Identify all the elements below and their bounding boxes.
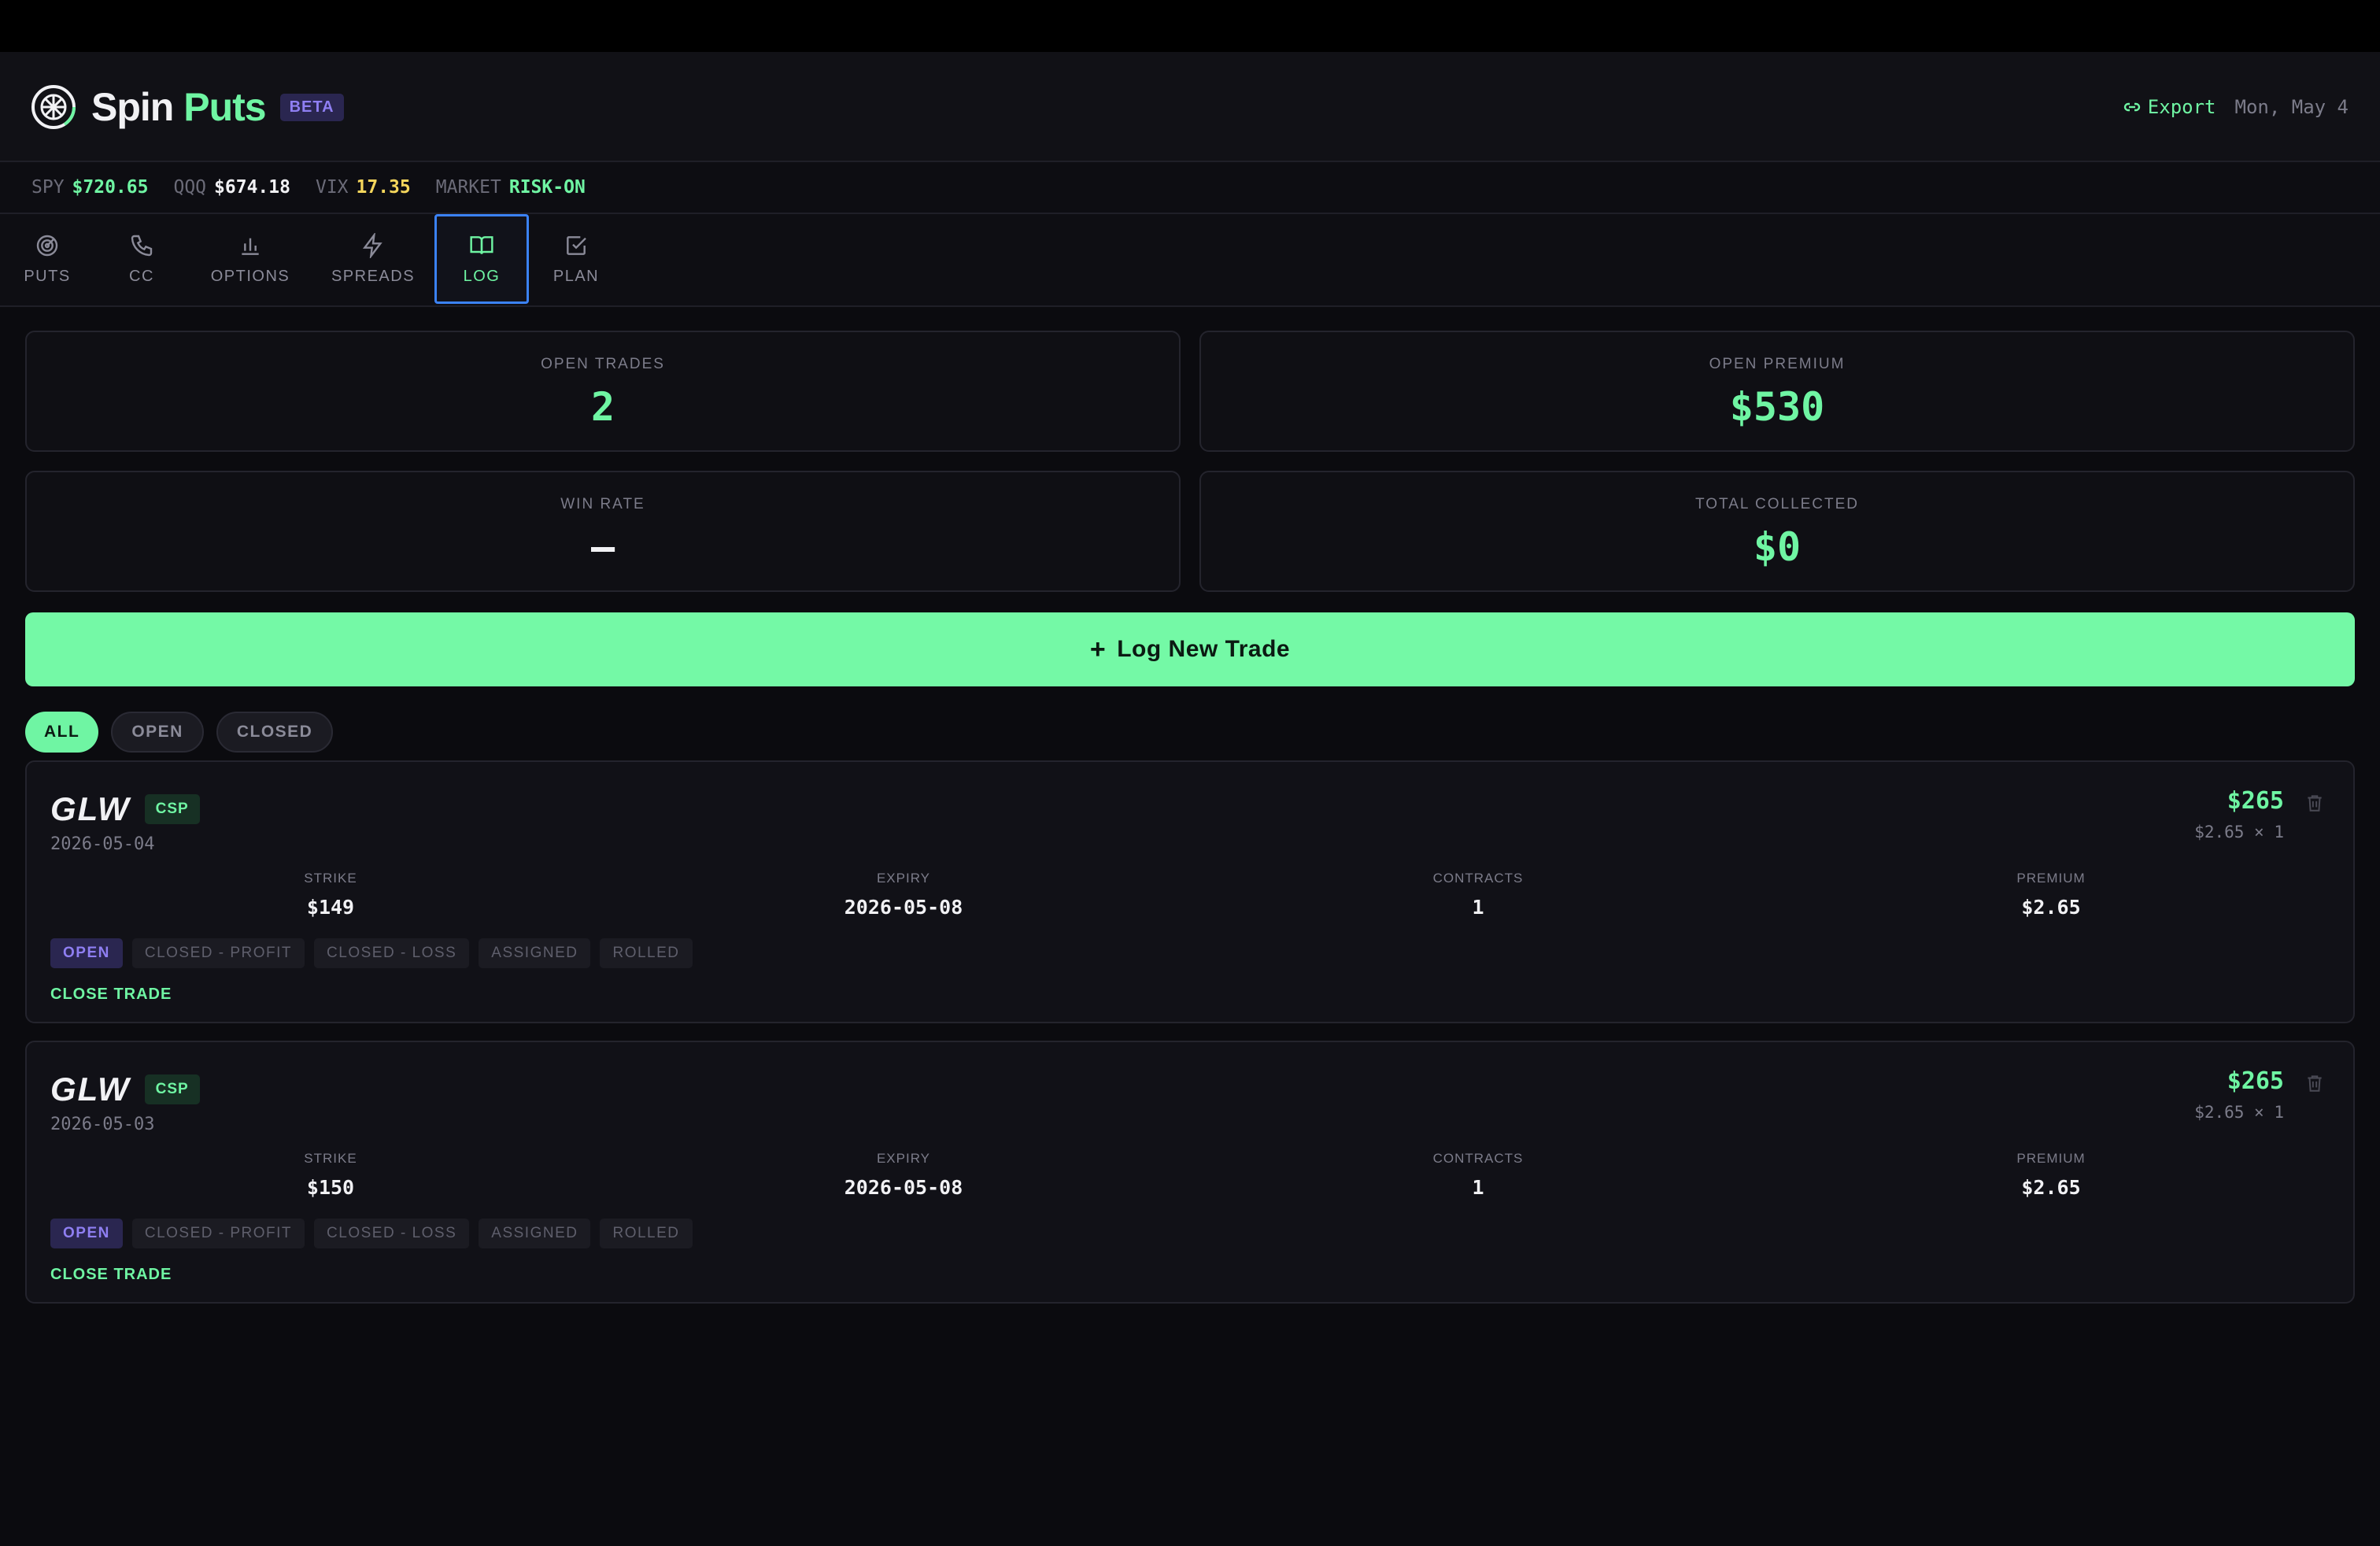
stat-open-trades: OPEN TRADES 2 (25, 331, 1181, 452)
filter-open[interactable]: OPEN (111, 712, 204, 753)
tab-plan[interactable]: PLAN (529, 214, 623, 304)
trade-type-badge: CSP (144, 794, 200, 824)
phone-icon (131, 235, 153, 256)
tab-log[interactable]: LOG (434, 214, 529, 304)
trade-symbol: GLW (50, 1071, 131, 1108)
status-rolled[interactable]: ROLLED (600, 938, 693, 968)
book-icon (470, 235, 493, 254)
status-closed-profit[interactable]: CLOSED - PROFIT (131, 1219, 305, 1248)
ticker-vix: VIX 17.35 (315, 177, 411, 198)
field-premium: PREMIUM $2.65 (2016, 871, 2086, 919)
log-new-trade-label: Log New Trade (1117, 636, 1291, 662)
tab-cc[interactable]: CC (94, 214, 189, 304)
field-contracts: CONTRACTS 1 (1432, 1151, 1524, 1199)
beta-badge: BETA (279, 93, 344, 121)
status-open[interactable]: OPEN (50, 938, 123, 968)
ticker-spy: SPY $720.65 (31, 177, 149, 198)
wheel-logo-icon (31, 85, 76, 129)
status-open[interactable]: OPEN (50, 1219, 123, 1248)
field-premium: PREMIUM $2.65 (2016, 1151, 2086, 1199)
radar-icon (36, 235, 58, 256)
ticker-market: MARKET RISK-ON (435, 177, 586, 198)
status-closed-loss[interactable]: CLOSED - LOSS (314, 1219, 470, 1248)
export-label: Export (2147, 96, 2216, 118)
status-closed-loss[interactable]: CLOSED - LOSS (314, 938, 470, 968)
tab-spreads[interactable]: SPREADS (312, 214, 434, 304)
logo[interactable]: Spin Puts BETA (30, 83, 344, 131)
ticker-qqq: QQQ $674.18 (173, 177, 290, 198)
trade-total: $265 (2227, 1067, 2284, 1095)
plus-icon: + (1089, 634, 1107, 664)
trade-type-badge: CSP (144, 1074, 200, 1104)
brand-name: Spin Puts (91, 84, 267, 130)
tab-options[interactable]: OPTIONS (189, 214, 312, 304)
field-contracts: CONTRACTS 1 (1432, 871, 1524, 919)
brand-first: Spin (91, 85, 174, 129)
bar-chart-icon (242, 238, 259, 255)
status-rolled[interactable]: ROLLED (600, 1219, 693, 1248)
stat-total-collected: TOTAL COLLECTED $0 (1199, 471, 2355, 592)
nav-tabs: PUTS CC OPTIONS SPREADS LOG PLAN (0, 214, 2380, 307)
trade-filters: ALL OPEN CLOSED (25, 712, 346, 753)
filter-all[interactable]: ALL (25, 712, 99, 753)
lightning-icon (362, 232, 382, 258)
close-trade-link[interactable]: CLOSE TRADE (50, 986, 172, 1004)
checkbox-icon (567, 235, 586, 255)
window-top-bar (0, 0, 2380, 52)
status-assigned[interactable]: ASSIGNED (479, 938, 591, 968)
close-trade-link[interactable]: CLOSE TRADE (50, 1266, 172, 1284)
trade-calc: $2.65 × 1 (2194, 1103, 2284, 1122)
field-expiry: EXPIRY 2026-05-08 (844, 1151, 963, 1199)
trade-calc: $2.65 × 1 (2194, 823, 2284, 841)
status-options: OPEN CLOSED - PROFIT CLOSED - LOSS ASSIG… (50, 938, 702, 968)
trash-icon[interactable] (2304, 1072, 2325, 1094)
filter-closed[interactable]: CLOSED (216, 712, 334, 753)
link-icon (2123, 102, 2140, 112)
field-expiry: EXPIRY 2026-05-08 (844, 871, 963, 919)
status-closed-profit[interactable]: CLOSED - PROFIT (131, 938, 305, 968)
tab-puts[interactable]: PUTS (0, 214, 94, 304)
log-new-trade-button[interactable]: + Log New Trade (25, 612, 2355, 686)
stat-win-rate: WIN RATE — (25, 471, 1181, 592)
stat-open-premium: OPEN PREMIUM $530 (1199, 331, 2355, 452)
trade-card: GLW CSP 2026-05-04 $265 $2.65 × 1 STRIKE… (25, 760, 2355, 1023)
trade-total: $265 (2227, 787, 2284, 815)
field-strike: STRIKE $149 (304, 871, 357, 919)
trade-date: 2026-05-03 (50, 1115, 155, 1134)
trade-symbol: GLW (50, 790, 131, 827)
status-assigned[interactable]: ASSIGNED (479, 1219, 591, 1248)
trade-card: GLW CSP 2026-05-03 $265 $2.65 × 1 STRIKE… (25, 1041, 2355, 1304)
trash-icon[interactable] (2304, 792, 2325, 814)
trade-date: 2026-05-04 (50, 834, 155, 854)
market-ticker: SPY $720.65 QQQ $674.18 VIX 17.35 MARKET RIS… (0, 162, 2380, 214)
brand-second: Puts (183, 85, 266, 129)
export-button[interactable]: Export (2123, 96, 2216, 118)
field-strike: STRIKE $150 (304, 1151, 357, 1199)
status-options: OPEN CLOSED - PROFIT CLOSED - LOSS ASSIG… (50, 1219, 702, 1248)
app-header: Spin Puts BETA Export Mon, May 4 (0, 52, 2380, 162)
current-date: Mon, May 4 (2234, 96, 2349, 118)
